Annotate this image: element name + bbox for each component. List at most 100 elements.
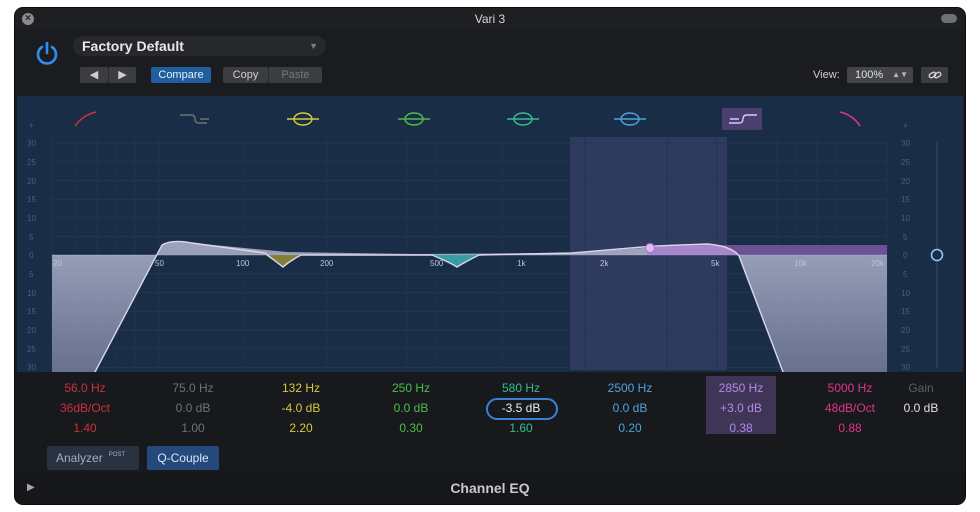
db-scale-right: + 30 25 20 15 10 5 0 5 10 15 20 25 30 [901,121,910,372]
peak-icon[interactable] [614,112,646,126]
gain-label: Gain [908,381,934,395]
power-icon[interactable] [32,39,62,69]
stepper-icon: ▲▼ [892,70,908,79]
peak-icon[interactable] [398,112,430,126]
band-q[interactable]: 1.00 [139,418,247,438]
freq-tick: 500 [430,259,444,268]
band-q[interactable]: 0.20 [576,418,684,438]
freq-tick: 1k [517,259,526,268]
band-q[interactable]: 1.40 [31,418,139,438]
db-tick: 10 [901,214,910,223]
window-title: Vari 3 [474,12,506,26]
band-freq[interactable]: 75.0 Hz [139,378,247,398]
freq-tick: 100 [236,259,250,268]
freq-tick: 20k [871,259,885,268]
freq-tick: 200 [320,259,334,268]
paste-button[interactable]: Paste [268,67,322,83]
band-4-params[interactable]: 250 Hz 0.0 dB 0.30 [357,378,465,438]
analyzer-button[interactable]: Analyzer POST [47,446,139,470]
db-tick: 10 [901,289,910,298]
band-gain[interactable]: 0.0 dB [139,398,247,418]
gain-params[interactable]: Gain 0.0 dB [881,378,961,418]
zoom-selector[interactable]: 100% ▲▼ [847,67,913,83]
db-tick: 15 [27,307,36,316]
band-q[interactable]: 0.30 [357,418,465,438]
compare-button[interactable]: Compare [151,67,211,83]
analyzer-label: Analyzer [56,451,103,465]
db-tick: 10 [27,289,36,298]
resize-icon[interactable] [941,14,957,23]
db-scale-left: + 30 25 20 15 10 5 0 5 10 15 20 25 30 [27,121,36,372]
db-tick: 5 [903,270,908,279]
previous-preset-button[interactable]: ◀ [80,67,108,83]
db-tick: + [29,121,34,130]
db-tick: 30 [27,139,36,148]
band-freq[interactable]: 2500 Hz [576,378,684,398]
band-freq[interactable]: 580 Hz [467,378,575,398]
db-tick: 0 [29,251,34,260]
band-q[interactable]: 0.38 [687,418,795,438]
band-freq[interactable]: 132 Hz [247,378,355,398]
plugin-name: Channel EQ [450,480,530,496]
plugin-footer: ▶ Channel EQ [15,474,965,504]
freq-tick: 2k [600,259,609,268]
band-q[interactable]: 0.88 [796,418,904,438]
band-freq[interactable]: 2850 Hz [687,378,795,398]
db-tick: 15 [901,195,910,204]
q-couple-button[interactable]: Q-Couple [147,446,219,470]
db-tick: 20 [901,177,910,186]
plugin-window: × Vari 3 Factory Default ▼ ◀ ▶ Compare C… [15,8,965,504]
db-tick: 5 [29,233,34,242]
band-1-params[interactable]: 56.0 Hz 36dB/Oct 1.40 [31,378,139,438]
band-q[interactable]: 1.60 [467,418,575,438]
eq-graph-canvas[interactable]: + 30 25 20 15 10 5 0 5 10 15 20 25 30 + … [17,96,963,372]
eq-graph[interactable]: + 30 25 20 15 10 5 0 5 10 15 20 25 30 + … [17,96,963,372]
band-gain[interactable]: 0.0 dB [576,398,684,418]
band-gain[interactable]: 36dB/Oct [31,398,139,418]
high-cut-icon[interactable] [839,111,861,127]
analyzer-post-label: POST [108,452,126,458]
band-gain[interactable]: -3.5 dB [467,398,575,418]
band-gain[interactable]: +3.0 dB [687,398,795,418]
db-tick: 0 [903,251,908,260]
band-2-params[interactable]: 75.0 Hz 0.0 dB 1.00 [139,378,247,438]
freq-tick: 50 [155,259,164,268]
band-gain[interactable]: 0.0 dB [357,398,465,418]
band-5-params[interactable]: 580 Hz -3.5 dB 1.60 [467,378,575,438]
link-icon[interactable] [921,67,948,83]
next-preset-button[interactable]: ▶ [108,67,136,83]
low-cut-icon[interactable] [74,111,97,127]
view-label: View: [813,69,840,81]
freq-tick: 10k [794,259,808,268]
band-6-params[interactable]: 2500 Hz 0.0 dB 0.20 [576,378,684,438]
gain-slider-knob[interactable] [930,248,944,262]
peak-icon[interactable] [287,112,319,126]
peak-icon[interactable] [507,112,539,126]
db-tick: 25 [27,158,36,167]
db-tick: 20 [27,326,36,335]
copy-button[interactable]: Copy [223,67,268,83]
eq-cut-area [52,241,887,372]
db-tick: 30 [27,363,36,372]
band-gain[interactable]: -4.0 dB [247,398,355,418]
plugin-header: Factory Default ▼ ◀ ▶ Compare Copy Paste… [15,30,965,96]
db-tick: 30 [901,363,910,372]
db-tick: 15 [901,307,910,316]
gain-value[interactable]: 0.0 dB [881,398,961,418]
freq-tick: 20 [53,259,62,268]
title-bar: × Vari 3 [15,8,965,30]
db-tick: 20 [27,177,36,186]
band-7-handle[interactable] [645,243,655,253]
preset-selector[interactable]: Factory Default ▼ [73,36,326,56]
band-freq[interactable]: 56.0 Hz [31,378,139,398]
db-tick: 30 [901,139,910,148]
db-tick: 5 [903,233,908,242]
low-shelf-icon[interactable] [180,114,209,124]
db-tick: 15 [27,195,36,204]
band-3-params[interactable]: 132 Hz -4.0 dB 2.20 [247,378,355,438]
band-q[interactable]: 2.20 [247,418,355,438]
db-tick: 25 [27,345,36,354]
band-7-params[interactable]: 2850 Hz +3.0 dB 0.38 [687,378,795,438]
band-freq[interactable]: 250 Hz [357,378,465,398]
db-tick: 5 [29,270,34,279]
